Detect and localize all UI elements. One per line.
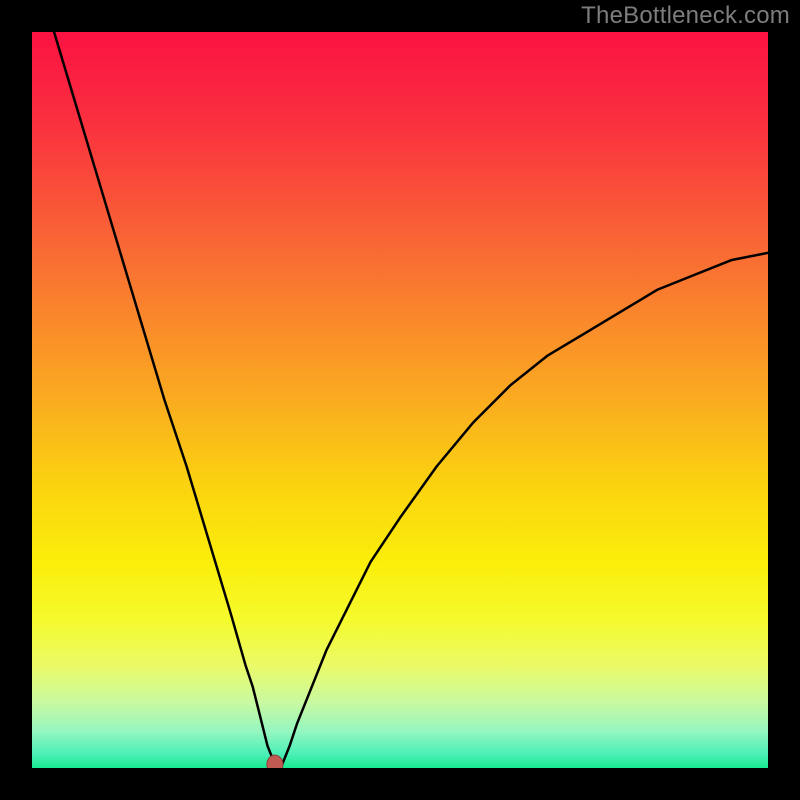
optimal-point-marker [267,755,283,768]
plot-area [32,32,768,768]
plot-svg [32,32,768,768]
watermark-text: TheBottleneck.com [581,2,790,30]
bottleneck-curve [54,32,768,764]
chart-frame: TheBottleneck.com [0,0,800,800]
